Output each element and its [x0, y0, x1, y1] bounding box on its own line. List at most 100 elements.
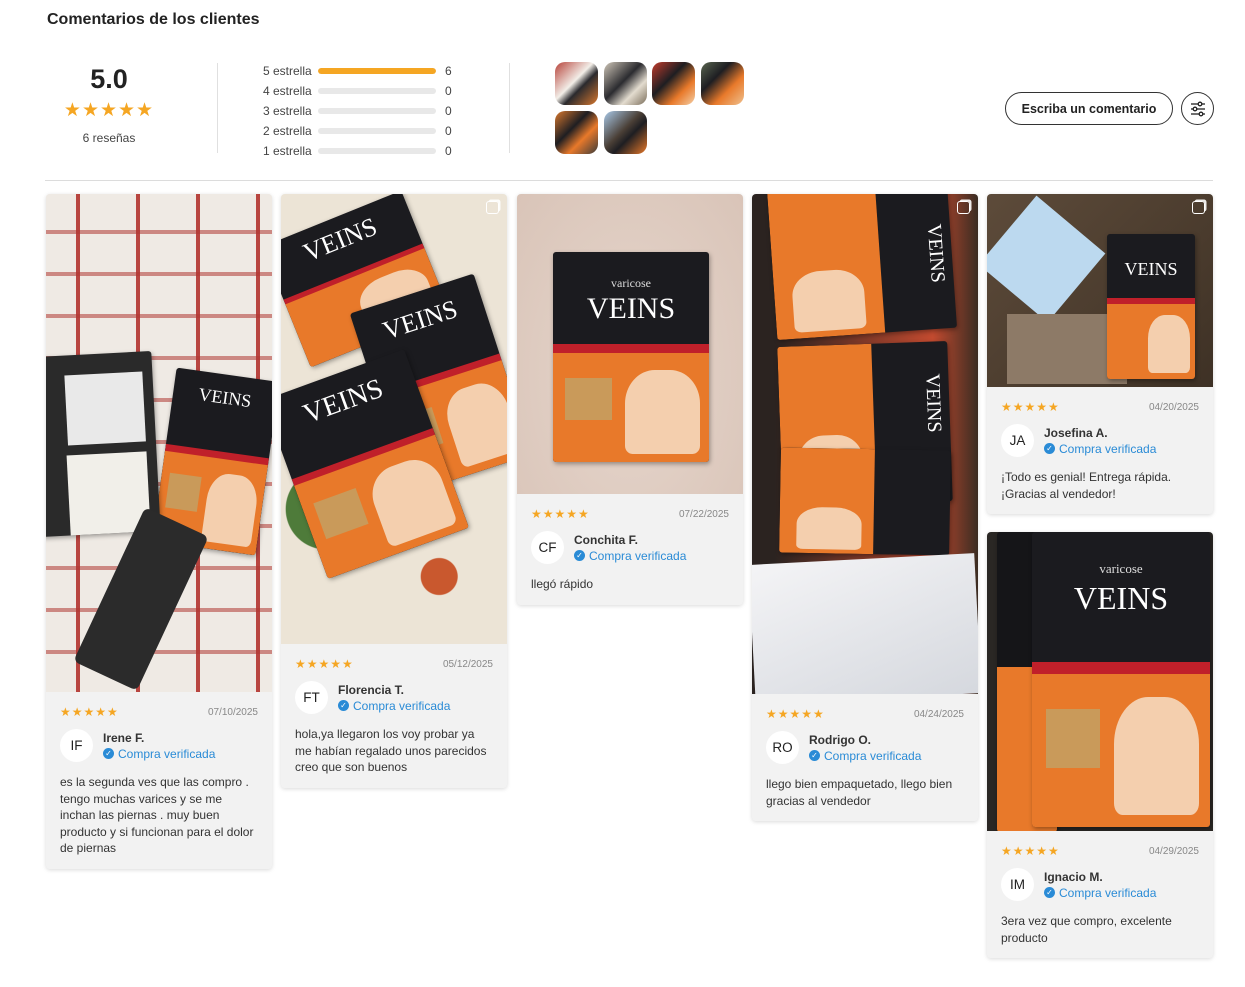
review-photo[interactable]: VEINS VEINS: [752, 194, 978, 694]
product-packet: varicose VEINS: [1032, 532, 1210, 827]
photo-thumbnail[interactable]: [652, 62, 695, 105]
review-card[interactable]: VEINS ★★★★★ 04/20/2025 JA Josefina A. ✓ C…: [987, 194, 1213, 514]
reviewer-name: Rodrigo O.: [809, 732, 871, 747]
review-card[interactable]: VEINS VEINS ★★★★★ 04/24/2025 RO Rodrigo …: [752, 194, 978, 821]
review-card[interactable]: VEINS VEINS VEINS ★★★★★ 05/12/2025 FT Fl…: [281, 194, 507, 788]
avatar: IM: [1001, 868, 1034, 901]
average-stars: ★★★★★: [63, 100, 155, 121]
distribution-label: 1 estrella: [263, 144, 312, 158]
distribution-count: 0: [445, 124, 452, 138]
photo-thumbnail[interactable]: [555, 62, 598, 105]
multiple-photos-icon: [1192, 201, 1205, 214]
review-card[interactable]: VEINS ★★★★★ 07/10/2025 IF Irene F. ✓ Comp…: [46, 194, 272, 869]
rating-distribution: 5 estrella 6 4 estrella 0 3 estrella 0 2…: [263, 61, 465, 161]
section-divider: [45, 180, 1213, 181]
review-text: llego bien empaquetado, llego bien graci…: [766, 777, 953, 808]
review-photo[interactable]: varicose VEINS: [987, 532, 1213, 831]
review-date: 07/22/2025: [678, 508, 729, 520]
overall-rating: 5.0 ★★★★★ 6 reseñas: [45, 58, 173, 145]
review-stars: ★★★★★: [1001, 844, 1060, 858]
section-title: Comentarios de los clientes: [47, 11, 260, 28]
photo-thumbnail[interactable]: [604, 62, 647, 105]
review-text: es la segunda ves que las compro . tengo…: [60, 775, 254, 855]
photo-thumbnail[interactable]: [701, 62, 744, 105]
product-packet: varicose VEINS: [553, 252, 709, 462]
review-count: 6 reseñas: [82, 131, 136, 145]
divider: [217, 63, 218, 153]
review-text: ¡Todo es genial! Entrega rápida. ¡Gracia…: [1001, 470, 1172, 501]
avatar: RO: [766, 731, 799, 764]
distribution-bar: [318, 68, 436, 74]
reviewer-name: Conchita F.: [574, 532, 639, 547]
check-icon: ✓: [1044, 887, 1055, 898]
check-icon: ✓: [574, 550, 585, 561]
distribution-row-5[interactable]: 5 estrella 6: [263, 61, 465, 81]
rating-summary: 5.0 ★★★★★ 6 reseñas 5 estrella 6 4 estre…: [45, 58, 1215, 158]
reviewer-name: Josefina A.: [1044, 425, 1108, 440]
verified-badge: ✓ Compra verificada: [1044, 441, 1156, 457]
verified-badge: ✓ Compra verificada: [103, 746, 215, 762]
product-packet: VEINS: [766, 194, 958, 341]
product-packet: VEINS: [1107, 234, 1195, 379]
review-photo[interactable]: VEINS: [987, 194, 1213, 387]
photo-thumbnail[interactable]: [604, 111, 647, 154]
check-icon: ✓: [338, 700, 349, 711]
review-date: 04/24/2025: [913, 708, 964, 720]
distribution-bar: [318, 128, 436, 134]
review-text: hola,ya llegaron los voy probar ya me ha…: [295, 727, 487, 774]
review-stars: ★★★★★: [766, 707, 825, 721]
avatar: FT: [295, 681, 328, 714]
review-card[interactable]: varicose VEINS ★★★★★ 07/22/2025 CF Conch…: [517, 194, 743, 605]
review-photo[interactable]: VEINS: [46, 194, 272, 692]
review-date: 04/29/2025: [1148, 845, 1199, 857]
distribution-count: 0: [445, 104, 452, 118]
multiple-photos-icon: [486, 201, 499, 214]
review-photo[interactable]: varicose VEINS: [517, 194, 743, 494]
distribution-bar: [318, 148, 436, 154]
review-photo[interactable]: VEINS VEINS VEINS: [281, 194, 507, 644]
reviewer-name: Ignacio M.: [1044, 869, 1103, 884]
review-stars: ★★★★★: [295, 657, 354, 671]
verified-badge: ✓ Compra verificada: [574, 548, 686, 564]
verified-badge: ✓ Compra verificada: [1044, 885, 1156, 901]
avatar: IF: [60, 729, 93, 762]
review-stars: ★★★★★: [1001, 400, 1060, 414]
check-icon: ✓: [103, 748, 114, 759]
distribution-label: 5 estrella: [263, 64, 312, 78]
distribution-row-3[interactable]: 3 estrella 0: [263, 101, 465, 121]
filter-button[interactable]: [1181, 92, 1214, 125]
review-date: 07/10/2025: [207, 706, 258, 718]
distribution-row-1[interactable]: 1 estrella 0: [263, 141, 465, 161]
verified-badge: ✓ Compra verificada: [809, 748, 921, 764]
distribution-count: 6: [445, 64, 452, 78]
check-icon: ✓: [809, 750, 820, 761]
distribution-bar: [318, 88, 436, 94]
distribution-label: 2 estrella: [263, 124, 312, 138]
distribution-row-2[interactable]: 2 estrella 0: [263, 121, 465, 141]
product-packet: [46, 350, 161, 538]
multiple-photos-icon: [957, 201, 970, 214]
distribution-label: 3 estrella: [263, 104, 312, 118]
verified-badge: ✓ Compra verificada: [338, 698, 450, 714]
write-review-button[interactable]: Escriba un comentario: [1005, 92, 1173, 125]
sliders-icon: [1190, 101, 1205, 116]
review-stars: ★★★★★: [60, 705, 119, 719]
review-date: 05/12/2025: [442, 658, 493, 670]
avatar: CF: [531, 531, 564, 564]
distribution-fill: [318, 68, 436, 74]
distribution-row-4[interactable]: 4 estrella 0: [263, 81, 465, 101]
distribution-count: 0: [445, 84, 452, 98]
avatar: JA: [1001, 424, 1034, 457]
review-text: llegó rápido: [531, 577, 594, 591]
review-card[interactable]: varicose VEINS ★★★★★ 04/29/2025 IM Ignac…: [987, 532, 1213, 958]
divider: [509, 63, 510, 153]
reviewer-name: Florencia T.: [338, 682, 405, 697]
distribution-label: 4 estrella: [263, 84, 312, 98]
review-text: 3era vez que compro, excelente producto: [1001, 914, 1172, 945]
review-date: 04/20/2025: [1148, 401, 1199, 413]
product-packet: [779, 447, 951, 556]
distribution-count: 0: [445, 144, 452, 158]
reviewer-name: Irene F.: [103, 730, 145, 745]
review-stars: ★★★★★: [531, 507, 590, 521]
photo-thumbnail[interactable]: [555, 111, 598, 154]
